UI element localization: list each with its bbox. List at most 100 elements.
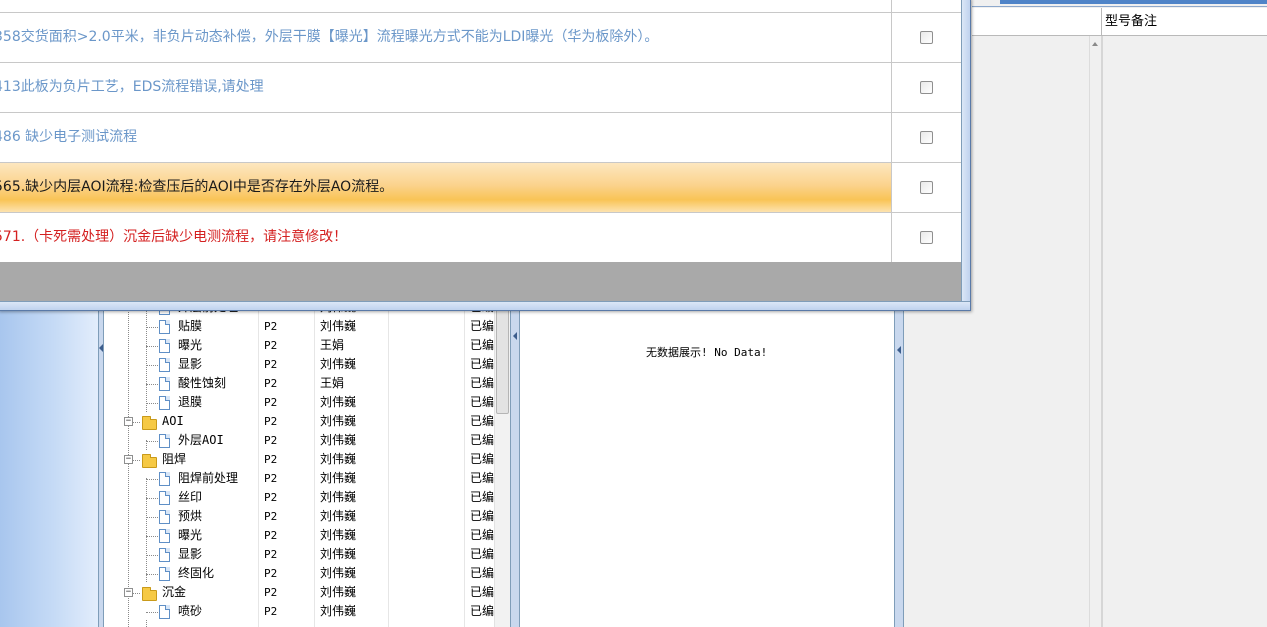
grid-body-col1 bbox=[972, 36, 1089, 627]
middle-splitter[interactable] bbox=[510, 300, 520, 627]
tree-item-name: 退膜 bbox=[178, 395, 203, 409]
tree-item-user: 王娟 bbox=[320, 376, 345, 390]
tree-item-name: 曝光 bbox=[178, 338, 203, 352]
tree-item-row[interactable]: 喷砂 P2 刘伟巍 已编 bbox=[104, 602, 510, 621]
tree-connector-line bbox=[146, 403, 158, 404]
tree-item-status: 已编 bbox=[470, 414, 495, 428]
message-text: 565.缺少内层AOI流程:检查压后的AOI中是否存在外层AO流程。 bbox=[0, 179, 394, 195]
document-icon bbox=[159, 605, 170, 619]
tree-folder-row[interactable]: − 阻焊 P2 刘伟巍 已编 bbox=[104, 450, 510, 469]
tree-item-name: 显影 bbox=[178, 547, 203, 561]
document-icon bbox=[159, 491, 170, 505]
tree-item-row[interactable]: 曝光 P2 刘伟巍 已编 bbox=[104, 526, 510, 545]
tree-item-row[interactable]: 退膜 P2 刘伟巍 已编 bbox=[104, 393, 510, 412]
folder-icon bbox=[142, 416, 157, 430]
message-checkbox[interactable] bbox=[920, 131, 933, 144]
grid-vertical-scrollbar[interactable] bbox=[1089, 36, 1101, 627]
tree-item-row[interactable]: 丝印 P2 刘伟巍 已编 bbox=[104, 488, 510, 507]
tree-item-level: P2 bbox=[264, 586, 278, 599]
dialog-bottom-border[interactable] bbox=[0, 301, 970, 310]
tree-item-row[interactable]: 酸性蚀刻 P2 王娟 已编 bbox=[104, 374, 510, 393]
collapse-middle-arrow-icon[interactable] bbox=[513, 332, 517, 340]
tree-item-name: 阻焊前处理 bbox=[178, 471, 239, 485]
tree-connector-line bbox=[146, 612, 158, 613]
tree-item-row[interactable]: 显影 P2 刘伟巍 已编 bbox=[104, 355, 510, 374]
document-icon bbox=[159, 567, 170, 581]
tree-item-row[interactable]: 显影 P2 刘伟巍 已编 bbox=[104, 545, 510, 564]
tree-connector-line bbox=[146, 384, 158, 385]
tree-item-status: 已编 bbox=[470, 490, 495, 504]
grid-toolbar-accent bbox=[1000, 0, 1267, 4]
tree-item-status: 已编 bbox=[470, 509, 495, 523]
collapse-left-arrow-icon[interactable] bbox=[99, 344, 103, 352]
document-icon bbox=[159, 320, 170, 334]
tree-item-row[interactable]: 终固化 P2 刘伟巍 已编 bbox=[104, 564, 510, 583]
tree-item-row[interactable]: 外层AOI P2 刘伟巍 已编 bbox=[104, 431, 510, 450]
document-icon bbox=[159, 339, 170, 353]
tree-item-status: 已编 bbox=[470, 528, 495, 542]
collapse-toggle-icon[interactable]: − bbox=[124, 588, 133, 597]
tree-item-user: 刘伟巍 bbox=[320, 319, 357, 333]
document-icon bbox=[159, 529, 170, 543]
message-row[interactable]: 486 缺少电子测试流程 bbox=[0, 113, 961, 163]
collapse-toggle-icon[interactable]: − bbox=[124, 455, 133, 464]
tree-folder-row[interactable]: − 沉金 P2 刘伟巍 已编 bbox=[104, 583, 510, 602]
message-row[interactable]: 571.（卡死需处理）沉金后缺少电测流程，请注意修改！ bbox=[0, 213, 961, 263]
document-icon bbox=[159, 548, 170, 562]
tree-connector-line bbox=[146, 346, 158, 347]
tree-item-user: 刘伟巍 bbox=[320, 604, 357, 618]
tree-item-user: 刘伟巍 bbox=[320, 357, 357, 371]
tree-connector-line bbox=[146, 574, 158, 575]
message-row[interactable]: 413此板为负片工艺，EDS流程错误,请处理 bbox=[0, 63, 961, 113]
process-tree: 外层前处理P2刘伟巍已编贴膜P2刘伟巍已编曝光P2王娟已编显影P2刘伟巍已编酸性… bbox=[104, 300, 510, 627]
document-icon bbox=[159, 396, 170, 410]
tree-item-level: P2 bbox=[264, 415, 278, 428]
document-icon bbox=[159, 377, 170, 391]
tree-item-level: P2 bbox=[264, 377, 278, 390]
tree-column-divider bbox=[314, 300, 315, 627]
tree-item-row[interactable]: 曝光 P2 王娟 已编 bbox=[104, 336, 510, 355]
document-icon bbox=[159, 510, 170, 524]
message-checkbox[interactable] bbox=[920, 31, 933, 44]
tree-item-row[interactable]: 阻焊前处理 P2 刘伟巍 已编 bbox=[104, 469, 510, 488]
message-text: 358交货面积>2.0平米，非负片动态补偿，外层干膜【曝光】流程曝光方式不能为L… bbox=[0, 29, 659, 45]
tree-item-status: 已编 bbox=[470, 471, 495, 485]
tree-connector-line bbox=[146, 517, 158, 518]
tree-item-user: 刘伟巍 bbox=[320, 414, 357, 428]
document-icon bbox=[159, 358, 170, 372]
message-row[interactable]: 358交货面积>2.0平米，非负片动态补偿，外层干膜【曝光】流程曝光方式不能为L… bbox=[0, 13, 961, 63]
collapse-right-arrow-icon[interactable] bbox=[897, 346, 901, 354]
tree-item-row[interactable]: 贴膜 P2 刘伟巍 已编 bbox=[104, 317, 510, 336]
tree-item-name: 丝印 bbox=[178, 490, 203, 504]
tree-item-name: 喷砂 bbox=[178, 604, 203, 618]
tree-item-name: AOI bbox=[162, 414, 184, 428]
collapse-toggle-icon[interactable]: − bbox=[124, 417, 133, 426]
tree-item-status: 已编 bbox=[470, 585, 495, 599]
column-separator bbox=[891, 13, 892, 62]
message-checkbox[interactable] bbox=[920, 81, 933, 94]
dialog-right-border[interactable] bbox=[961, 0, 970, 308]
tree-item-user: 刘伟巍 bbox=[320, 395, 357, 409]
scroll-up-arrow-icon[interactable] bbox=[1092, 42, 1098, 46]
tree-scrollbar-thumb[interactable] bbox=[496, 300, 509, 414]
tree-item-name: 贴膜 bbox=[178, 319, 203, 333]
grid-header: 型号备注 bbox=[972, 8, 1267, 36]
tree-item-level: P2 bbox=[264, 510, 278, 523]
tree-item-level: P2 bbox=[264, 396, 278, 409]
right-splitter[interactable] bbox=[894, 300, 904, 627]
message-row[interactable]: 565.缺少内层AOI流程:检查压后的AOI中是否存在外层AO流程。 bbox=[0, 163, 961, 213]
grid-header-col1[interactable] bbox=[972, 8, 1102, 35]
tree-connector-line bbox=[146, 327, 158, 328]
tree-vertical-scrollbar[interactable] bbox=[494, 300, 510, 627]
tree-item-user: 刘伟巍 bbox=[320, 509, 357, 523]
tree-item-status: 已编 bbox=[470, 604, 495, 618]
folder-icon bbox=[142, 454, 157, 468]
grid-header-model-remark[interactable]: 型号备注 bbox=[1103, 8, 1157, 35]
tree-item-level: P2 bbox=[264, 339, 278, 352]
tree-connector-line bbox=[146, 620, 147, 627]
tree-connector-line bbox=[146, 536, 158, 537]
message-checkbox[interactable] bbox=[920, 181, 933, 194]
tree-folder-row[interactable]: − AOI P2 刘伟巍 已编 bbox=[104, 412, 510, 431]
tree-item-row[interactable]: 预烘 P2 刘伟巍 已编 bbox=[104, 507, 510, 526]
message-checkbox[interactable] bbox=[920, 231, 933, 244]
